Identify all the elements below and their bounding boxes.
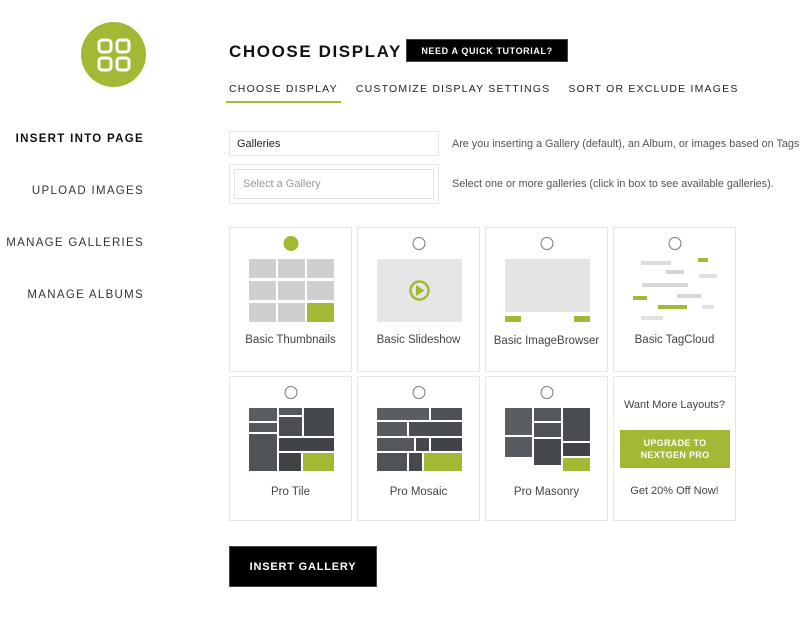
display-card-basic-thumbnails[interactable]: Basic Thumbnails [229, 227, 352, 372]
radio-unselected[interactable] [540, 237, 553, 250]
display-card-pro-tile[interactable]: Pro Tile [229, 376, 352, 521]
display-card-basic-tagcloud[interactable]: Basic TagCloud [613, 227, 736, 372]
gallery-select-input[interactable]: Select a Gallery [234, 169, 434, 199]
sidebar-nav: INSERT INTO PAGE UPLOAD IMAGES MANAGE GA… [0, 130, 144, 338]
thumbnails-preview-icon [249, 259, 334, 322]
radio-selected[interactable] [283, 236, 298, 251]
insert-gallery-button[interactable]: INSERT GALLERY [229, 546, 377, 587]
display-card-pro-masonry[interactable]: Pro Masonry [485, 376, 608, 521]
display-card-basic-imagebrowser[interactable]: Basic ImageBrowser [485, 227, 608, 372]
display-label: Pro Mosaic [389, 486, 448, 498]
display-label: Pro Masonry [513, 486, 580, 498]
sidebar-item-upload-images[interactable]: UPLOAD IMAGES [0, 182, 144, 234]
pro-tile-preview-icon [249, 408, 334, 471]
sidebar-item-manage-galleries[interactable]: MANAGE GALLERIES [0, 234, 144, 286]
source-select[interactable]: Galleries [229, 131, 439, 156]
sidebar-item-manage-albums[interactable]: MANAGE ALBUMS [0, 286, 144, 338]
tab-sort-or-exclude-images[interactable]: SORT OR EXCLUDE IMAGES [565, 83, 741, 103]
pro-mosaic-preview-icon [377, 408, 462, 471]
display-card-pro-mosaic[interactable]: Pro Mosaic [357, 376, 480, 521]
upgrade-button[interactable]: UPGRADE TO NEXTGEN PRO [620, 430, 730, 468]
display-type-grid: Basic Thumbnails Basic Slideshow Basic I… [229, 227, 736, 521]
sidebar-item-insert-into-page[interactable]: INSERT INTO PAGE [0, 130, 144, 182]
imagebrowser-preview-icon [505, 259, 590, 322]
display-card-basic-slideshow[interactable]: Basic Slideshow [357, 227, 480, 372]
radio-unselected[interactable] [540, 386, 553, 399]
tab-customize-display-settings[interactable]: CUSTOMIZE DISPLAY SETTINGS [353, 83, 554, 103]
pro-masonry-preview-icon [505, 408, 590, 471]
display-label: Basic ImageBrowser [493, 335, 600, 347]
promo-title: Want More Layouts? [623, 399, 726, 411]
tagcloud-preview-icon [633, 258, 717, 320]
display-label: Basic Slideshow [376, 334, 461, 346]
nextgen-logo [81, 22, 146, 87]
display-label: Basic TagCloud [634, 334, 715, 346]
page-title: CHOOSE DISPLAY [229, 42, 402, 61]
promo-subtitle: Get 20% Off Now! [630, 485, 719, 497]
upgrade-promo-card: Want More Layouts? UPGRADE TO NEXTGEN PR… [613, 376, 736, 521]
grid-icon [97, 38, 130, 71]
radio-unselected[interactable] [284, 386, 297, 399]
radio-unselected[interactable] [412, 237, 425, 250]
display-label: Basic Thumbnails [245, 334, 336, 346]
galleries-row: Select a Gallery Select one or more gall… [229, 164, 774, 204]
source-hint: Are you inserting a Gallery (default), a… [452, 137, 800, 150]
tab-bar: CHOOSE DISPLAY CUSTOMIZE DISPLAY SETTING… [226, 83, 754, 103]
gallery-select-wrapper: Select a Gallery [229, 164, 439, 204]
radio-unselected[interactable] [668, 237, 681, 250]
tab-choose-display[interactable]: CHOOSE DISPLAY [226, 83, 341, 103]
radio-unselected[interactable] [412, 386, 425, 399]
tutorial-button[interactable]: NEED A QUICK TUTORIAL? [406, 39, 568, 62]
galleries-hint: Select one or more galleries (click in b… [452, 178, 774, 190]
display-label: Pro Tile [271, 486, 310, 498]
source-row: Galleries Are you inserting a Gallery (d… [229, 131, 800, 156]
slideshow-preview-icon [377, 259, 462, 322]
